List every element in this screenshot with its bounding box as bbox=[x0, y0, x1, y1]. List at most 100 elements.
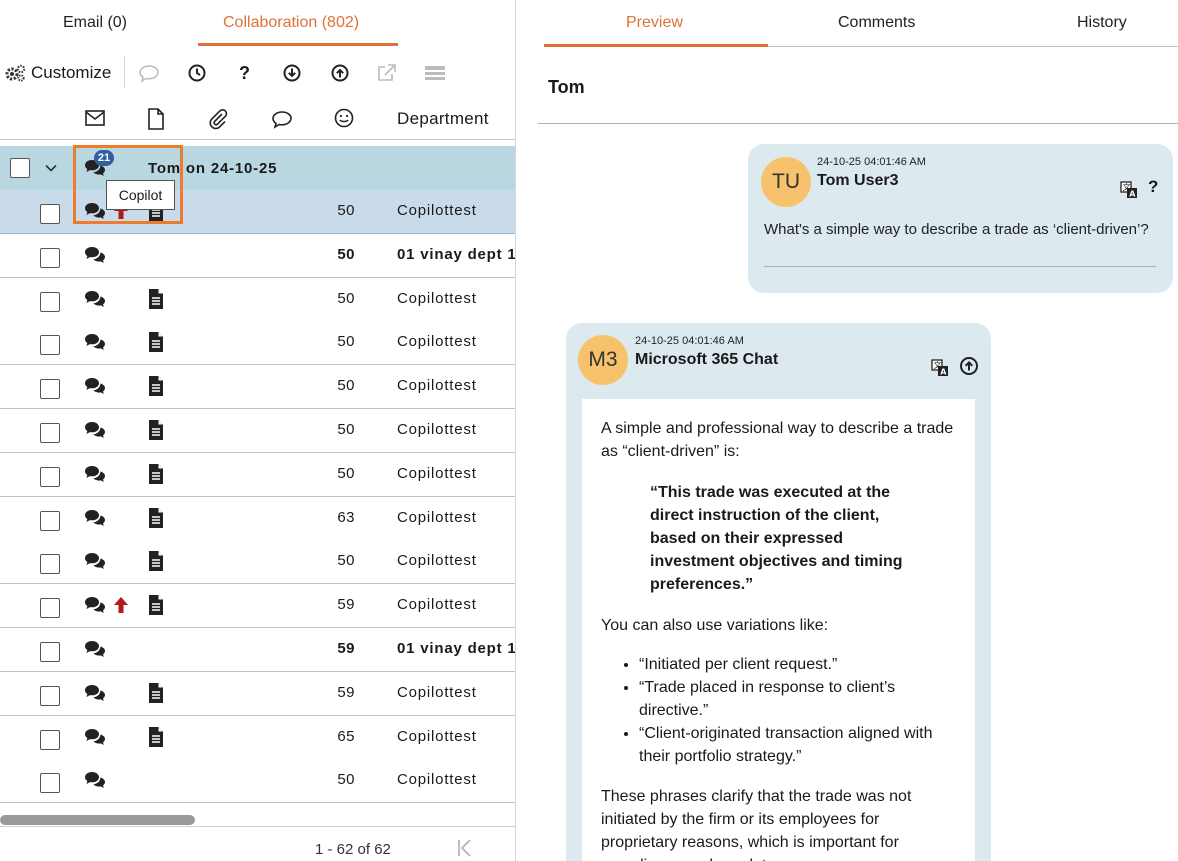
row-count: 50 bbox=[337, 377, 355, 394]
document-icon bbox=[147, 288, 165, 315]
chat-icon bbox=[84, 290, 106, 313]
clock-button[interactable] bbox=[187, 56, 207, 90]
avatar: TU bbox=[761, 157, 811, 207]
row-checkbox[interactable] bbox=[40, 379, 60, 399]
chevron-down-icon[interactable] bbox=[44, 161, 58, 175]
row-count: 65 bbox=[337, 728, 355, 745]
copilot-tooltip: Copilot bbox=[106, 180, 175, 210]
row-count: 50 bbox=[337, 202, 355, 219]
tab-history[interactable]: History bbox=[1077, 14, 1127, 32]
table-row[interactable]: 50 Copilottest bbox=[0, 540, 515, 584]
row-department: Copilottest bbox=[397, 596, 477, 613]
paperclip-icon[interactable] bbox=[207, 108, 229, 130]
chat-icon bbox=[84, 728, 106, 751]
row-checkbox[interactable] bbox=[40, 686, 60, 706]
table-row[interactable]: 65 Copilottest bbox=[0, 716, 515, 760]
table-row[interactable]: 50 Copilottest bbox=[0, 321, 515, 365]
envelope-icon[interactable] bbox=[85, 110, 105, 126]
row-department: Copilottest bbox=[397, 771, 477, 788]
table-row[interactable]: 50 Copilottest bbox=[0, 365, 515, 409]
row-checkbox[interactable] bbox=[40, 511, 60, 531]
message-text: What's a simple way to describe a trade … bbox=[764, 221, 1149, 238]
variations-list: “Initiated per client request.” “Trade p… bbox=[601, 653, 955, 768]
table-row[interactable]: 50 Copilottest bbox=[0, 278, 515, 322]
document-icon bbox=[147, 726, 165, 753]
document-icon[interactable] bbox=[147, 108, 165, 130]
help-button[interactable]: ? bbox=[239, 56, 250, 90]
preview-tabs: Preview Comments History bbox=[544, 0, 1178, 47]
row-checkbox[interactable] bbox=[40, 642, 60, 662]
response-closing: These phrases clarify that the trade was… bbox=[601, 788, 912, 861]
document-icon bbox=[147, 507, 165, 534]
active-tab-indicator bbox=[544, 44, 768, 47]
row-checkbox[interactable] bbox=[40, 773, 60, 793]
chat-icon bbox=[84, 596, 106, 619]
table-row[interactable]: 59 01 vinay dept 1 bbox=[0, 628, 515, 672]
arrow-circle-up-icon bbox=[331, 64, 349, 82]
column-header: Department bbox=[0, 100, 515, 140]
smiley-icon[interactable] bbox=[333, 107, 355, 129]
list-item: “Initiated per client request.” bbox=[639, 653, 955, 676]
chat-icon bbox=[84, 377, 106, 400]
row-checkbox[interactable] bbox=[40, 730, 60, 750]
message-list-pane: Email (0) Collaboration (802) Customize bbox=[0, 0, 516, 861]
row-department: Copilottest bbox=[397, 509, 477, 526]
variations-intro: You can also use variations like: bbox=[601, 617, 829, 634]
table-row[interactable]: 50 Copilottest bbox=[0, 453, 515, 497]
translate-icon[interactable]: 文A bbox=[1120, 181, 1138, 199]
sender-name: Microsoft 365 Chat bbox=[635, 351, 779, 368]
row-checkbox[interactable] bbox=[40, 292, 60, 312]
row-checkbox[interactable] bbox=[40, 248, 60, 268]
svg-text:A: A bbox=[940, 368, 947, 377]
tab-preview[interactable]: Preview bbox=[626, 14, 683, 32]
row-checkbox[interactable] bbox=[40, 204, 60, 224]
customize-button[interactable]: Customize bbox=[4, 56, 111, 90]
row-checkbox[interactable] bbox=[40, 335, 60, 355]
document-icon bbox=[147, 419, 165, 446]
arrow-circle-up-icon[interactable] bbox=[959, 356, 979, 376]
document-icon bbox=[147, 375, 165, 402]
layout-button[interactable] bbox=[424, 56, 446, 90]
bot-message-bubble: M3 24-10-25 04:01:46 AM Microsoft 365 Ch… bbox=[566, 323, 991, 861]
row-department: Copilottest bbox=[397, 377, 477, 394]
upload-button[interactable] bbox=[330, 56, 350, 90]
divider bbox=[538, 123, 1178, 124]
table-row[interactable]: 59 Copilottest bbox=[0, 672, 515, 716]
tab-collaboration[interactable]: Collaboration (802) bbox=[223, 14, 359, 32]
table-row[interactable]: 63 Copilottest bbox=[0, 497, 515, 541]
first-page-icon[interactable] bbox=[456, 837, 474, 859]
row-count: 50 bbox=[337, 246, 355, 263]
comment-button[interactable] bbox=[138, 56, 160, 90]
row-checkbox[interactable] bbox=[40, 554, 60, 574]
chat-icon bbox=[84, 465, 106, 488]
table-row[interactable]: 50 01 vinay dept 1 bbox=[0, 234, 515, 278]
translate-icon[interactable]: 文A bbox=[931, 359, 949, 377]
row-checkbox[interactable] bbox=[40, 423, 60, 443]
row-count: 59 bbox=[337, 596, 355, 613]
download-button[interactable] bbox=[282, 56, 302, 90]
table-row[interactable]: 50 Copilottest bbox=[0, 759, 515, 803]
horizontal-scrollbar[interactable] bbox=[0, 815, 195, 825]
open-external-button[interactable] bbox=[376, 56, 398, 90]
customize-label: Customize bbox=[31, 63, 112, 82]
chat-icon bbox=[84, 509, 106, 532]
sender-name: Tom User3 bbox=[817, 172, 899, 189]
pager-text: 1 - 62 of 62 bbox=[315, 841, 391, 858]
document-icon bbox=[147, 463, 165, 490]
table-row[interactable]: 50 Copilottest bbox=[0, 409, 515, 453]
table-row[interactable]: 59 Copilottest bbox=[0, 584, 515, 628]
group-checkbox[interactable] bbox=[10, 158, 30, 178]
row-count: 50 bbox=[337, 465, 355, 482]
arrow-up-icon bbox=[112, 596, 130, 619]
list-tabs: Email (0) Collaboration (802) bbox=[0, 0, 515, 46]
row-checkbox[interactable] bbox=[40, 598, 60, 618]
column-department[interactable]: Department bbox=[397, 109, 489, 129]
row-department: Copilottest bbox=[397, 552, 477, 569]
row-count: 50 bbox=[337, 552, 355, 569]
comment-icon[interactable] bbox=[271, 109, 293, 129]
tab-comments[interactable]: Comments bbox=[838, 14, 915, 32]
help-icon[interactable]: ? bbox=[1148, 177, 1158, 197]
user-message-bubble: TU 24-10-25 04:01:46 AM Tom User3 文A ? W… bbox=[748, 144, 1173, 293]
row-checkbox[interactable] bbox=[40, 467, 60, 487]
tab-email[interactable]: Email (0) bbox=[63, 14, 127, 32]
